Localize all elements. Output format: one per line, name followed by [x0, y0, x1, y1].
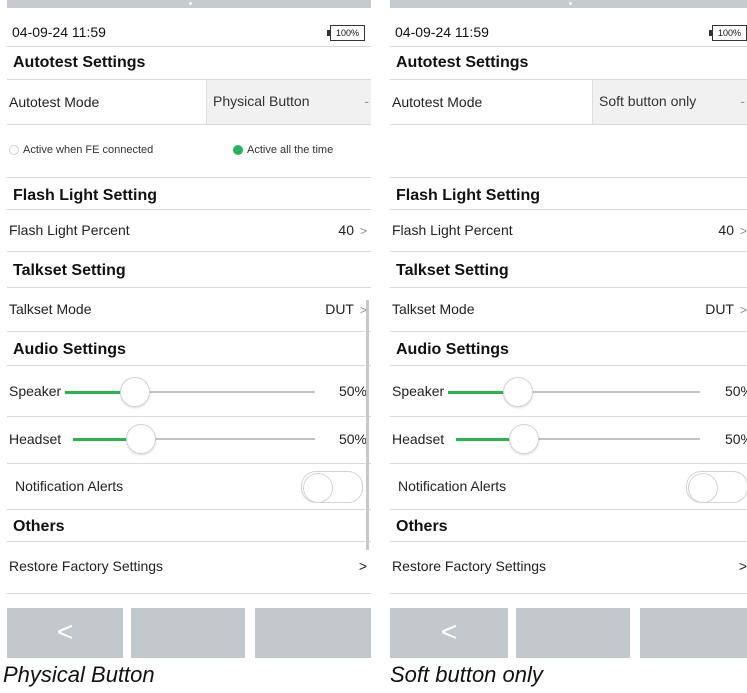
flash-percent-label: Flash Light Percent	[9, 222, 130, 238]
back-arrow-icon: <	[56, 616, 74, 647]
speaker-slider[interactable]	[448, 377, 700, 407]
caption-soft-button: Soft button only	[390, 662, 543, 687]
headset-value: 50%	[724, 431, 747, 447]
phone-screen-physical-button: 04-09-24 11:59 100% Autotest Settings Au…	[7, 0, 371, 658]
section-title-autotest: Autotest Settings	[13, 54, 146, 71]
headset-row: Headset 50%	[7, 416, 371, 464]
notification-toggle[interactable]	[301, 471, 363, 503]
status-datetime: 04-09-24 11:59	[12, 24, 106, 40]
chevron-right-icon: >	[739, 303, 747, 317]
section-title-audio: Audio Settings	[13, 341, 126, 358]
autotest-mode-label: Autotest Mode	[392, 94, 483, 110]
autotest-mode-row: Autotest Mode Soft button only -	[390, 79, 747, 125]
chevron-right-icon: >	[739, 224, 747, 238]
talkset-mode-row[interactable]: Talkset Mode DUT >	[390, 287, 747, 332]
bottom-nav: <	[390, 608, 747, 658]
restore-factory-label: Restore Factory Settings	[392, 558, 547, 574]
speaker-value: 50%	[338, 383, 367, 399]
headset-row: Headset 50%	[390, 416, 747, 464]
status-bar: 04-09-24 11:59 100%	[390, 8, 747, 47]
section-title-audio: Audio Settings	[396, 341, 509, 358]
talkset-mode-label: Talkset Mode	[392, 301, 475, 317]
top-bar	[390, 0, 747, 8]
speaker-slider-knob[interactable]	[119, 377, 150, 407]
talkset-mode-row[interactable]: Talkset Mode DUT >	[7, 287, 371, 332]
flash-percent-value: 40 >	[718, 222, 747, 238]
section-title-flash: Flash Light Setting	[13, 187, 157, 204]
headset-slider-knob[interactable]	[125, 424, 156, 454]
battery-icon: 100%	[327, 25, 365, 41]
top-bar	[7, 0, 371, 8]
restore-factory-label: Restore Factory Settings	[9, 558, 164, 574]
battery-icon: 100%	[709, 25, 747, 41]
autotest-radio-row: Active when FE connected Active all the …	[7, 124, 371, 178]
dropdown-icon: -	[364, 93, 369, 109]
radio-active-when-fe-connected[interactable]: Active when FE connected	[9, 144, 153, 156]
toggle-knob	[303, 473, 333, 503]
headset-value: 50%	[338, 431, 367, 447]
chevron-right-icon: >	[738, 558, 747, 574]
autotest-empty-row	[390, 124, 747, 178]
chevron-right-icon: >	[359, 224, 367, 238]
scrollbar[interactable]	[366, 300, 369, 550]
section-title-talkset: Talkset Setting	[13, 262, 126, 279]
autotest-mode-row: Autotest Mode Physical Button -	[7, 79, 371, 125]
back-button[interactable]: <	[390, 608, 508, 658]
autotest-mode-label: Autotest Mode	[9, 94, 100, 110]
headset-slider[interactable]	[456, 424, 700, 454]
nav-button-right[interactable]	[640, 608, 747, 658]
flash-percent-label: Flash Light Percent	[392, 222, 513, 238]
autotest-mode-select[interactable]: Soft button only -	[592, 80, 747, 124]
restore-factory-row[interactable]: Restore Factory Settings >	[390, 541, 747, 594]
speaker-row: Speaker 50%	[390, 365, 747, 417]
section-title-talkset: Talkset Setting	[396, 262, 509, 279]
notification-row: Notification Alerts	[7, 464, 371, 510]
notification-toggle[interactable]	[686, 471, 747, 503]
toggle-knob	[688, 473, 718, 503]
speaker-row: Speaker 50%	[7, 365, 371, 417]
section-title-others: Others	[13, 518, 65, 535]
autotest-mode-select[interactable]: Physical Button -	[206, 80, 371, 124]
back-button[interactable]: <	[7, 608, 123, 658]
status-bar: 04-09-24 11:59 100%	[7, 8, 371, 47]
phone-screen-soft-button: 04-09-24 11:59 100% Autotest Settings Au…	[390, 0, 747, 658]
restore-factory-row[interactable]: Restore Factory Settings >	[7, 541, 371, 594]
speaker-value: 50%	[724, 383, 747, 399]
section-title-flash: Flash Light Setting	[396, 187, 540, 204]
autotest-mode-value: Physical Button	[213, 93, 310, 109]
headset-slider-knob[interactable]	[509, 424, 540, 454]
notification-label: Notification Alerts	[15, 478, 124, 494]
talkset-mode-value: DUT >	[325, 301, 367, 317]
talkset-mode-value: DUT >	[705, 301, 747, 317]
caption-physical-button: Physical Button	[3, 662, 155, 687]
notification-label: Notification Alerts	[398, 478, 507, 494]
speaker-label: Speaker	[392, 383, 445, 399]
flash-percent-row[interactable]: Flash Light Percent 40 >	[390, 209, 747, 252]
speaker-label: Speaker	[9, 383, 62, 399]
section-title-autotest: Autotest Settings	[396, 54, 529, 71]
nav-button-middle[interactable]	[131, 608, 245, 658]
bottom-nav: <	[7, 608, 371, 658]
chevron-right-icon: >	[358, 558, 367, 574]
nav-button-right[interactable]	[255, 608, 371, 658]
section-title-others: Others	[396, 518, 448, 535]
notification-row: Notification Alerts	[390, 464, 747, 510]
headset-label: Headset	[392, 431, 445, 447]
dropdown-icon: -	[740, 93, 745, 109]
radio-active-all-the-time[interactable]: Active all the time	[233, 144, 333, 156]
headset-label: Headset	[9, 431, 62, 447]
flash-percent-row[interactable]: Flash Light Percent 40 >	[7, 209, 371, 252]
back-arrow-icon: <	[440, 616, 458, 647]
headset-slider[interactable]	[73, 424, 315, 454]
radio-off-icon	[9, 145, 19, 156]
flash-percent-value: 40 >	[338, 222, 367, 238]
status-datetime: 04-09-24 11:59	[395, 24, 489, 40]
nav-button-middle[interactable]	[516, 608, 630, 658]
speaker-slider-knob[interactable]	[503, 377, 534, 407]
speaker-slider[interactable]	[65, 377, 315, 407]
autotest-mode-value: Soft button only	[599, 93, 697, 109]
talkset-mode-label: Talkset Mode	[9, 301, 92, 317]
radio-on-icon	[233, 145, 243, 156]
